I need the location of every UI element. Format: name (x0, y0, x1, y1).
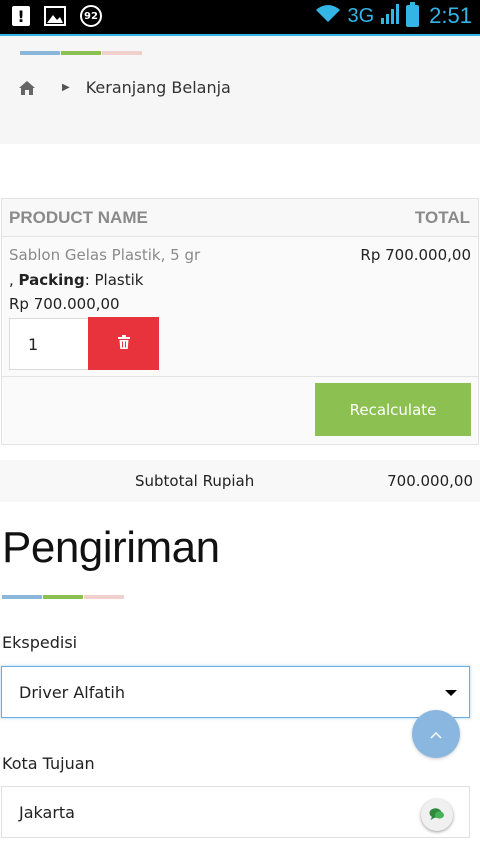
signal-icon (380, 3, 400, 29)
network-type: 3G (347, 4, 375, 27)
cart-table-header: PRODUCT NAME TOTAL (2, 199, 478, 237)
subtotal-value: 700.000,00 (387, 472, 473, 490)
breadcrumb-separator-icon: ▶ (62, 82, 70, 93)
cart-table-footer: Recalculate (2, 377, 478, 444)
status-bar: ! 92 3G 2:51 (0, 0, 480, 34)
product-option: , Packing: Plastik (9, 271, 144, 289)
product-unit-price: Rp 700.000,00 (9, 295, 120, 313)
courier-label: Ekspedisi (2, 633, 78, 652)
destination-city-label: Kota Tujuan (2, 754, 95, 773)
scroll-to-top-button[interactable] (412, 710, 460, 758)
courier-select[interactable]: Driver Alfatih (1, 666, 470, 718)
chevron-up-icon (429, 725, 443, 744)
image-notification-icon (44, 5, 66, 27)
subtotal-label: Subtotal Rupiah (135, 472, 255, 490)
home-icon[interactable] (18, 80, 36, 96)
cart-table: PRODUCT NAME TOTAL Sablon Gelas Plastik,… (1, 198, 479, 445)
destination-city-value: Jakarta (19, 803, 75, 822)
wifi-icon (315, 4, 341, 28)
breadcrumb-section: ▶ Keranjang Belanja (0, 36, 480, 144)
trash-icon (117, 334, 130, 353)
delete-item-button[interactable] (88, 317, 159, 370)
destination-city-field[interactable]: Jakarta (1, 786, 470, 838)
chat-button[interactable] (421, 799, 453, 831)
subtotal-row: Subtotal Rupiah 700.000,00 (0, 460, 480, 502)
alert-notification-icon: ! (12, 6, 30, 26)
quantity-input[interactable]: 1 (9, 318, 89, 370)
shipping-title: Pengiriman (2, 523, 220, 572)
breadcrumb-current: Keranjang Belanja (85, 78, 231, 97)
column-header-total: TOTAL (414, 207, 470, 227)
column-header-product: PRODUCT NAME (9, 207, 148, 227)
recalculate-button[interactable]: Recalculate (315, 383, 471, 436)
breadcrumb: ▶ Keranjang Belanja (18, 78, 231, 97)
courier-select-value: Driver Alfatih (19, 683, 126, 702)
chat-icon (429, 806, 445, 825)
product-name[interactable]: Sablon Gelas Plastik, 5 gr (9, 246, 200, 264)
notification-badge: 92 (80, 5, 102, 27)
table-row: Sablon Gelas Plastik, 5 gr , Packing: Pl… (2, 237, 478, 377)
accent-bar (20, 51, 143, 55)
row-total: Rp 700.000,00 (360, 246, 471, 264)
chevron-down-icon (445, 690, 457, 696)
battery-icon (406, 2, 420, 27)
clock: 2:51 (429, 3, 472, 28)
shipping-accent-bar (2, 595, 125, 599)
